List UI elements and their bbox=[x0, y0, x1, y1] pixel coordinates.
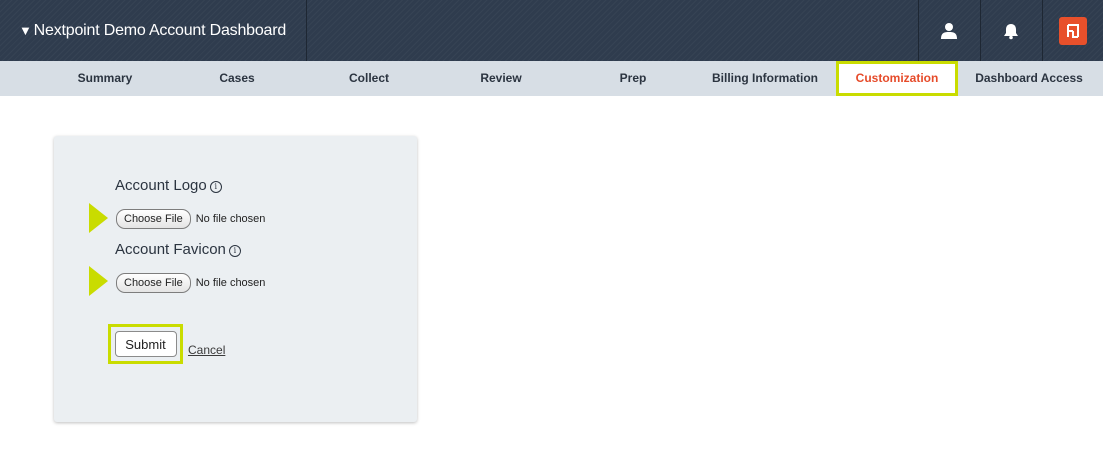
pointer-arrow-icon bbox=[89, 203, 108, 233]
nav-cases[interactable]: Cases bbox=[195, 61, 279, 96]
submit-button[interactable]: Submit bbox=[114, 331, 177, 357]
info-icon[interactable]: i bbox=[209, 181, 222, 193]
top-header: ▼ Nextpoint Demo Account Dashboard bbox=[0, 0, 1103, 61]
account-favicon-file-status: No file chosen bbox=[195, 277, 266, 289]
account-favicon-file-input: Choose File No file chosen bbox=[116, 273, 265, 293]
account-favicon-label-text: Account Favicon bbox=[115, 241, 226, 258]
pointer-arrow-icon bbox=[89, 266, 108, 296]
nextpoint-logo-icon bbox=[1059, 16, 1087, 45]
nav-review[interactable]: Review bbox=[459, 61, 543, 96]
info-icon[interactable]: i bbox=[228, 245, 241, 257]
account-logo-label-text: Account Logo bbox=[115, 177, 207, 194]
nextpoint-logo-button[interactable] bbox=[1042, 0, 1103, 61]
account-favicon-label: Account Favicon i bbox=[115, 241, 241, 258]
submit-highlight: Submit bbox=[108, 324, 183, 364]
nav-prep[interactable]: Prep bbox=[591, 61, 675, 96]
account-favicon-choose-file-button[interactable]: Choose File bbox=[116, 273, 191, 293]
nav-summary[interactable]: Summary bbox=[62, 61, 148, 96]
user-button[interactable] bbox=[918, 0, 979, 61]
account-logo-file-status: No file chosen bbox=[195, 213, 266, 225]
cancel-link[interactable]: Cancel bbox=[188, 343, 225, 357]
caret-down-icon: ▼ bbox=[19, 23, 32, 38]
account-title[interactable]: ▼ Nextpoint Demo Account Dashboard bbox=[19, 22, 286, 40]
account-logo-file-input: Choose File No file chosen bbox=[116, 209, 265, 229]
account-logo-choose-file-button[interactable]: Choose File bbox=[116, 209, 191, 229]
nav-dashboard-access[interactable]: Dashboard Access bbox=[968, 61, 1090, 96]
account-title-label: Nextpoint Demo Account Dashboard bbox=[33, 22, 287, 39]
main-nav: Summary Cases Collect Review Prep Billin… bbox=[0, 61, 1103, 96]
nav-customization[interactable]: Customization bbox=[836, 61, 958, 96]
notifications-button[interactable] bbox=[980, 0, 1041, 61]
nav-billing-information[interactable]: Billing Information bbox=[703, 61, 827, 96]
account-dropdown[interactable]: ▼ Nextpoint Demo Account Dashboard bbox=[0, 0, 307, 61]
nav-collect[interactable]: Collect bbox=[327, 61, 411, 96]
bell-icon bbox=[1002, 22, 1020, 40]
account-logo-label: Account Logo i bbox=[115, 177, 222, 194]
user-icon bbox=[940, 22, 958, 40]
